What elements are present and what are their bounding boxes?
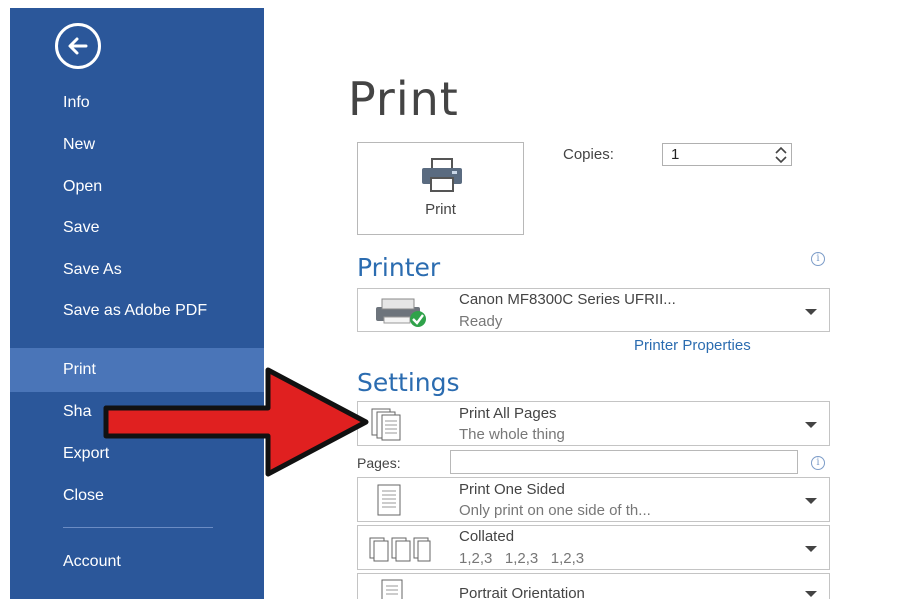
pages-input[interactable] xyxy=(450,450,798,474)
nav-item-save-as-adobe-pdf[interactable]: Save as Adobe PDF xyxy=(10,302,230,320)
nav-item-new[interactable]: New xyxy=(10,136,264,154)
nav-item-save[interactable]: Save xyxy=(10,219,264,237)
page-title: Print xyxy=(348,72,459,126)
printer-name: Canon MF8300C Series UFRII... xyxy=(459,291,676,308)
printer-status: Ready xyxy=(459,313,503,330)
printer-dropdown[interactable]: Canon MF8300C Series UFRII... Ready xyxy=(357,288,830,332)
nav-item-info[interactable]: Info xyxy=(10,94,264,112)
printer-icon xyxy=(420,157,464,198)
backstage-sidebar: Info New Open Save Save As Save as Adobe… xyxy=(10,8,264,599)
copies-value: 1 xyxy=(671,146,680,163)
nav-item-open[interactable]: Open xyxy=(10,178,264,196)
copies-stepper[interactable]: 1 xyxy=(662,143,792,166)
back-arrow-icon[interactable] xyxy=(55,23,101,69)
pages-info-icon[interactable]: i xyxy=(811,456,825,470)
printer-info-icon[interactable]: i xyxy=(811,252,825,266)
chevron-down-icon xyxy=(805,591,817,597)
print-range-dropdown[interactable]: Print All Pages The whole thing xyxy=(357,401,830,446)
printer-properties-link[interactable]: Printer Properties xyxy=(634,337,751,354)
portrait-page-icon xyxy=(368,578,418,599)
orientation-dropdown[interactable]: Portrait Orientation xyxy=(357,573,830,599)
stepper-arrows-icon[interactable] xyxy=(775,145,787,170)
chevron-down-icon xyxy=(805,498,817,504)
nav-item-account[interactable]: Account xyxy=(10,553,264,571)
red-pointer-arrow-icon xyxy=(103,367,369,477)
collation-title: Collated xyxy=(459,528,515,545)
printer-heading: Printer xyxy=(357,253,441,282)
print-range-subtitle: The whole thing xyxy=(459,426,565,443)
collation-dropdown[interactable]: Collated 1,2,3 1,2,3 1,2,3 xyxy=(357,525,830,570)
one-sided-page-icon xyxy=(368,483,418,522)
collation-subtitle: 1,2,3 1,2,3 1,2,3 xyxy=(459,550,585,567)
collated-icon xyxy=(368,534,432,569)
sides-title: Print One Sided xyxy=(459,481,565,498)
print-button[interactable]: Print xyxy=(357,142,524,235)
all-pages-icon xyxy=(368,407,418,446)
nav-divider xyxy=(63,527,213,528)
printer-ready-icon xyxy=(368,293,430,334)
chevron-down-icon xyxy=(805,546,817,552)
copies-label: Copies: xyxy=(563,146,614,163)
chevron-down-icon xyxy=(805,309,817,315)
sides-dropdown[interactable]: Print One Sided Only print on one side o… xyxy=(357,477,830,522)
chevron-down-icon xyxy=(805,422,817,428)
print-range-title: Print All Pages xyxy=(459,405,557,422)
nav-item-save-as[interactable]: Save As xyxy=(10,261,264,279)
print-pane: Print Print Copies: 1 Printer i Canon MF… xyxy=(264,0,915,599)
orientation-title: Portrait Orientation xyxy=(459,585,585,599)
print-button-label: Print xyxy=(425,201,456,218)
sides-subtitle: Only print on one side of th... xyxy=(459,502,651,519)
nav-item-close[interactable]: Close xyxy=(10,487,264,505)
